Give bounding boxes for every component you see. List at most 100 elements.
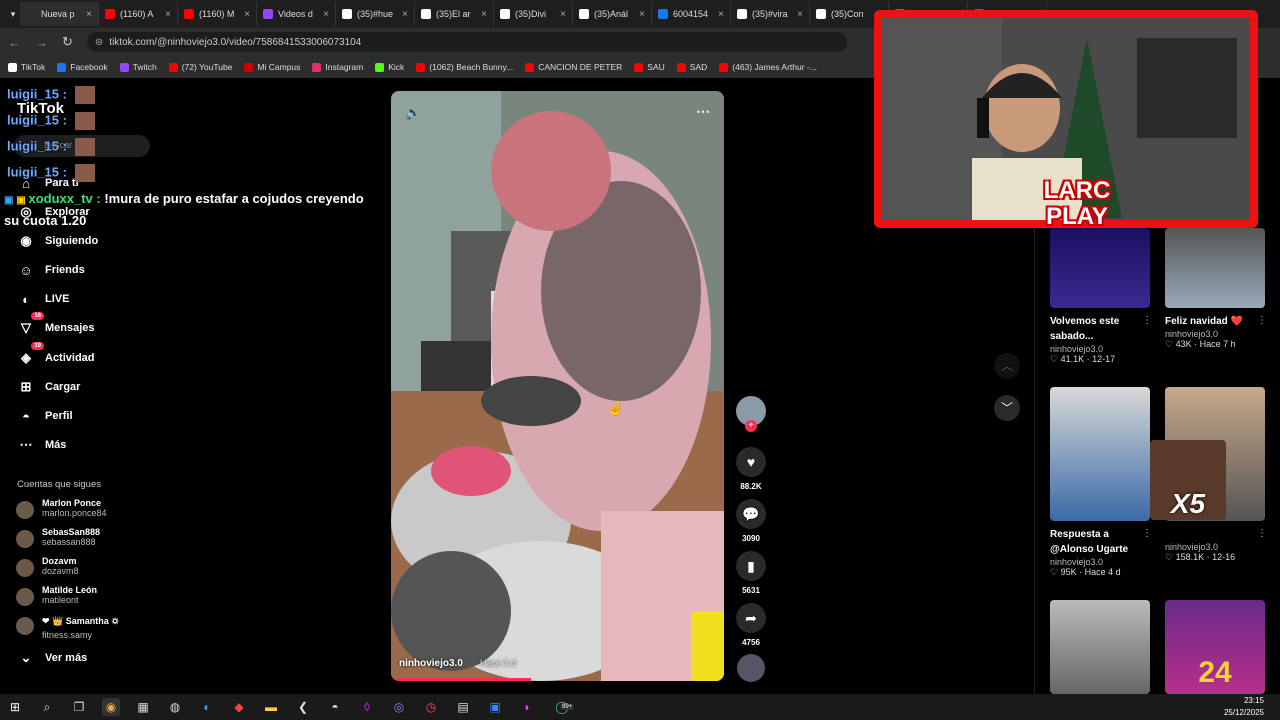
sidebar-item-perfil[interactable]: ◓ Perfil	[16, 406, 72, 426]
app-icon-3[interactable]: ❮	[294, 698, 312, 716]
more-options-icon[interactable]: ⋯	[696, 103, 710, 120]
folder-icon[interactable]: ▬	[262, 698, 280, 716]
browser-tab[interactable]: (1160) A ×	[99, 2, 178, 26]
grid-thumbnail[interactable]: 24	[1165, 600, 1265, 694]
bookmark-item[interactable]: Facebook	[57, 62, 108, 72]
like-button[interactable]: ♥ 88.2K	[734, 447, 768, 491]
volume-icon[interactable]: 🔈	[405, 105, 421, 121]
app-icon-7[interactable]: ◷	[422, 698, 440, 716]
whatsapp-icon[interactable]: ◯99+	[550, 698, 575, 716]
grid-more-icon[interactable]: ⋮	[1257, 315, 1267, 326]
app-icon-4[interactable]: ◓	[326, 698, 344, 716]
tab-close-icon[interactable]: ×	[165, 9, 171, 20]
sidebar-item-cargar[interactable]: ⊞ Cargar	[16, 377, 81, 397]
sidebar-item-ms[interactable]: ⋯ Más	[16, 435, 67, 455]
grid-caption[interactable]: ninhoviejo3.0 ♡ 158.1K · 12-16	[1165, 527, 1267, 563]
app-icon-8[interactable]: ◗	[518, 698, 536, 716]
grid-more-icon[interactable]: ⋮	[1257, 528, 1267, 539]
grid-video-6[interactable]: 24	[1165, 600, 1267, 694]
app-icon-1[interactable]: ◍	[166, 698, 184, 716]
video-player[interactable]: 🔈 ⋯ ninhoviejo3.0 Hace 3 d	[391, 91, 724, 681]
tab-close-icon[interactable]: ×	[481, 9, 487, 20]
bookmark-item[interactable]: SAU	[634, 62, 665, 72]
grid-thumbnail[interactable]	[1050, 600, 1150, 694]
grid-thumbnail[interactable]	[1050, 387, 1150, 521]
reload-icon[interactable]: ↻	[62, 34, 73, 50]
browser-tab[interactable]: (1160) M ×	[178, 2, 257, 26]
forward-icon[interactable]: →	[35, 35, 48, 50]
grid-thumbnail[interactable]	[1050, 228, 1150, 308]
app-icon-5[interactable]: ◊	[358, 698, 376, 716]
tab-close-icon[interactable]: ×	[244, 9, 250, 20]
grid-caption[interactable]: Respuesta a @Alonso Ugarte ninhoviejo3.0 ♡…	[1050, 527, 1152, 578]
grid-more-icon[interactable]: ⋮	[1142, 528, 1152, 539]
following-account[interactable]: Dozavm dozavm8	[16, 556, 79, 577]
chrome-icon[interactable]: ◉	[102, 698, 120, 716]
store-icon[interactable]: ▦	[134, 698, 152, 716]
following-account[interactable]: Marlon Ponce marlon.ponce84	[16, 498, 107, 519]
browser-tab[interactable]: (35)El ar ×	[415, 2, 494, 26]
windows-start-icon[interactable]: ⊞	[6, 698, 24, 716]
tab-close-icon[interactable]: ×	[639, 9, 645, 20]
progress-bar[interactable]	[391, 678, 531, 681]
site-info-icon[interactable]: ⊜	[95, 37, 103, 48]
see-more-button[interactable]: ⌄ Ver más	[16, 648, 88, 668]
sidebar-item-friends[interactable]: ☺ Friends	[16, 260, 84, 280]
address-bar[interactable]: ⊜ tiktok.com/@ninhoviejo3.0/video/758684…	[86, 32, 847, 52]
scroll-down-button[interactable]: ﹀	[994, 395, 1020, 421]
grid-video-1[interactable]	[1050, 228, 1152, 308]
author-avatar-button[interactable]: +	[734, 396, 768, 432]
save-button[interactable]: ▮ 5631	[734, 551, 768, 595]
music-disc-button[interactable]	[734, 654, 768, 682]
grid-more-icon[interactable]: ⋮	[1142, 315, 1152, 326]
following-account[interactable]: ❤ 👑 Samantha 🌣 fitness.samy	[16, 614, 119, 640]
grid-caption[interactable]: Volvemos este sabado... ninhoviejo3.0 ♡ 41…	[1050, 314, 1152, 365]
bookmark-item[interactable]: Mi Campus	[244, 62, 300, 72]
task-view-icon[interactable]: ❐	[70, 698, 88, 716]
tab-close-icon[interactable]: ×	[560, 9, 566, 20]
grid-caption[interactable]: Feliz navidad ❤️ ninhoviejo3.0 ♡ 43K · Hac…	[1165, 314, 1267, 350]
bookmark-item[interactable]: Instagram	[312, 62, 363, 72]
sidebar-item-mensajes[interactable]: ▽ 16 Mensajes	[16, 312, 95, 338]
comment-button[interactable]: 💬 3090	[734, 499, 768, 543]
tab-close-icon[interactable]: ×	[323, 9, 329, 20]
back-icon[interactable]: ←	[8, 35, 21, 50]
scroll-up-button[interactable]: ︿	[994, 353, 1020, 379]
sidebar-item-live[interactable]: ◐ LIVE	[16, 289, 69, 309]
bookmark-item[interactable]: CANCION DE PETER	[525, 62, 622, 72]
tab-close-icon[interactable]: ×	[86, 9, 92, 20]
share-button[interactable]: ➦ 4756	[734, 603, 768, 647]
browser-tab[interactable]: (35)#hue ×	[336, 2, 415, 26]
tab-close-icon[interactable]: ×	[718, 9, 724, 20]
app-icon-6[interactable]: ◎	[390, 698, 408, 716]
follow-plus-icon[interactable]: +	[745, 420, 757, 432]
bookmark-item[interactable]: Twitch	[119, 62, 157, 72]
browser-tab[interactable]: Nueva p ×	[20, 2, 99, 26]
system-clock[interactable]: 23:15 25/12/2025	[1224, 695, 1264, 719]
bookmark-item[interactable]: (72) YouTube	[168, 62, 232, 72]
video-author[interactable]: ninhoviejo3.0	[399, 658, 463, 669]
bookmark-item[interactable]: TikTok	[8, 62, 45, 72]
sidebar-item-siguiendo[interactable]: ◉ Siguiendo	[16, 231, 98, 251]
bookmark-item[interactable]: (463) James Arthur -...	[719, 62, 817, 72]
edge-icon[interactable]: ◐	[198, 698, 216, 716]
following-account[interactable]: Matilde León matileont	[16, 585, 97, 606]
tab-close-icon[interactable]: ×	[402, 9, 408, 20]
calculator-icon[interactable]: ▤	[454, 698, 472, 716]
grid-video-5[interactable]	[1050, 600, 1152, 694]
search-icon[interactable]: ⌕	[38, 698, 56, 716]
app-icon-2[interactable]: ◆	[230, 698, 248, 716]
grid-video-2[interactable]	[1165, 228, 1267, 308]
browser-tab[interactable]: 6004154 ×	[652, 2, 731, 26]
tab-list-icon[interactable]: ▾	[6, 5, 20, 23]
bookmark-item[interactable]: SAD	[676, 62, 707, 72]
tab-close-icon[interactable]: ×	[797, 9, 803, 20]
grid-video-3[interactable]	[1050, 387, 1152, 521]
bookmark-item[interactable]: (1062) Beach Bunny...	[416, 62, 513, 72]
following-account[interactable]: SebasSan888 sebassan888	[16, 527, 100, 548]
bookmark-item[interactable]: Kick	[375, 62, 404, 72]
sidebar-item-actividad[interactable]: ◈ 19 Actividad	[16, 342, 95, 368]
word-icon[interactable]: ▣	[486, 698, 504, 716]
browser-tab[interactable]: (35)Anál ×	[573, 2, 652, 26]
grid-thumbnail[interactable]	[1165, 228, 1265, 308]
